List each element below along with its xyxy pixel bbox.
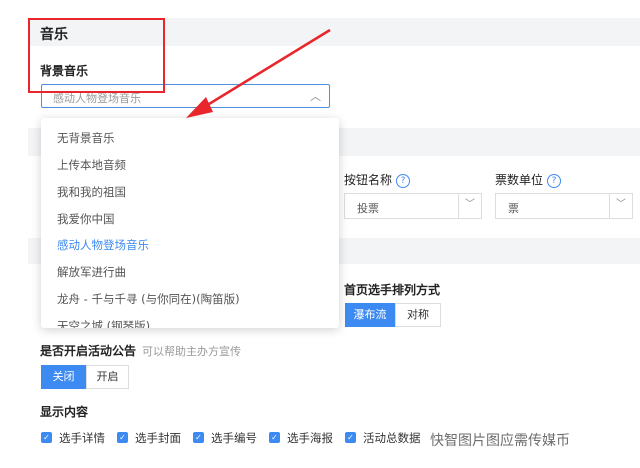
watermark: 快智图片图应需传媒币 [430,433,570,449]
annotation-arrow [186,28,331,118]
